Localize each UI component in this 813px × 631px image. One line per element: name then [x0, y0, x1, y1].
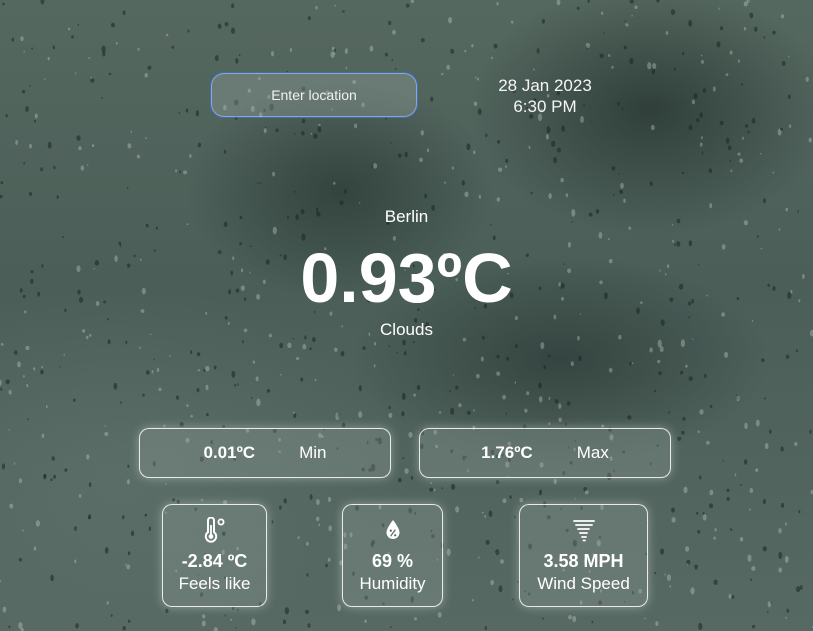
- humidity-label: Humidity: [359, 574, 426, 593]
- city-name: Berlin: [384, 207, 429, 226]
- min-temperature-value: 0.01ºC: [203, 443, 256, 462]
- thermometer-icon: [163, 517, 266, 543]
- max-temperature-label: Max: [576, 443, 609, 462]
- location-search-input[interactable]: [210, 72, 418, 118]
- humidity-drop-icon: [343, 517, 442, 543]
- date-time: 28 Jan 2023 6:30 PM: [470, 75, 620, 117]
- min-temperature-label: Min: [299, 443, 327, 462]
- current-date: 28 Jan 2023: [498, 76, 592, 95]
- tornado-icon: [520, 517, 647, 543]
- weather-condition: Clouds: [380, 320, 433, 339]
- current-time: 6:30 PM: [513, 97, 577, 116]
- max-temperature-box: 1.76ºC Max: [419, 428, 671, 478]
- humidity-value: 69 %: [371, 551, 414, 571]
- current-temperature: 0.93ºC: [300, 239, 513, 317]
- humidity-card: 69 % Humidity: [342, 504, 443, 607]
- min-temperature-box: 0.01ºC Min: [139, 428, 391, 478]
- feels-like-value: -2.84 ºC: [181, 551, 248, 571]
- max-temperature-value: 1.76ºC: [481, 443, 533, 462]
- wind-speed-card: 3.58 MPH Wind Speed: [519, 504, 648, 607]
- weather-app: 28 Jan 2023 6:30 PM Berlin 0.93ºC Clouds…: [0, 0, 813, 631]
- feels-like-card: -2.84 ºC Feels like: [162, 504, 267, 607]
- wind-speed-label: Wind Speed: [537, 574, 630, 593]
- wind-speed-value: 3.58 MPH: [543, 551, 624, 571]
- feels-like-label: Feels like: [178, 574, 251, 593]
